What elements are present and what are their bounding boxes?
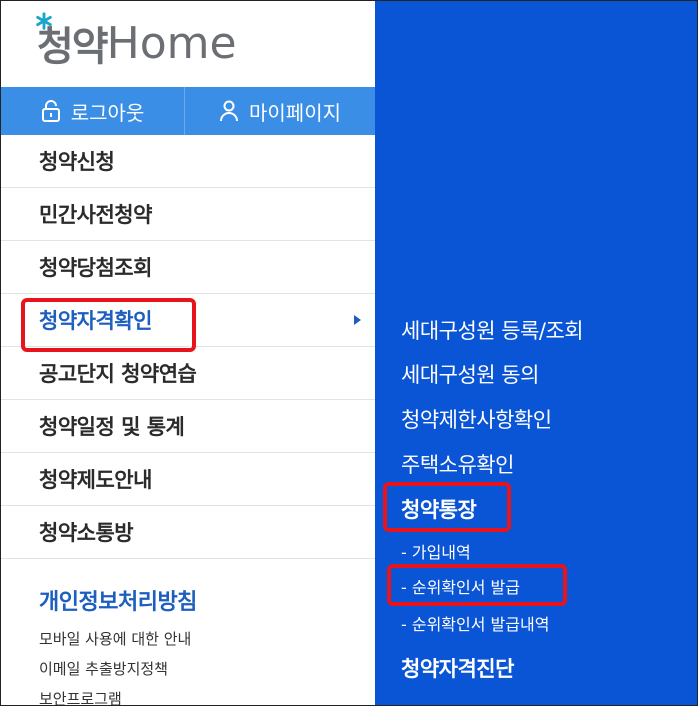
menu-item-label: 민간사전청약 [39,203,152,227]
menu-item-apply[interactable]: 청약신청 [1,135,375,188]
highlight-box-rank-certificate [387,564,567,606]
menu-item-schedule-stats[interactable]: 청약일정 및 통계 [1,400,375,453]
submenu-rank-certificate-history[interactable]: - 순위확인서 발급내역 [401,611,549,635]
submenu-restriction-check[interactable]: 청약제한사항확인 [401,404,552,434]
mypage-label: 마이페이지 [249,100,341,125]
logo-english: Home [106,17,237,69]
chevron-right-icon [354,315,361,325]
submenu-house-ownership[interactable]: 주택소유확인 [401,449,514,479]
top-bar: 로그아웃 마이페이지 [1,87,375,135]
highlight-box-eligibility [21,298,196,352]
menu-item-label: 청약신청 [39,150,115,174]
user-icon [220,100,238,122]
menu-item-private-pre-subscription[interactable]: 민간사전청약 [1,188,375,241]
app-frame: 청약 Home 로그아웃 마이페이지 청약신청 민간사전청약 청약당첨조회 청약… [0,0,698,706]
privacy-policy-link[interactable]: 개인정보처리방침 [39,584,197,616]
logout-label: 로그아웃 [70,100,145,125]
menu-item-label: 청약당첨조회 [39,256,152,280]
menu-item-label: 청약일정 및 통계 [39,415,185,439]
mobile-guide-link[interactable]: 모바일 사용에 대한 안내 [39,628,191,649]
menu-item-label: 청약제도안내 [39,468,152,492]
menu-item-winning-lookup[interactable]: 청약당첨조회 [1,241,375,294]
highlight-box-account [383,482,511,532]
star-icon [36,12,52,30]
submenu-panel: 세대구성원 등록/조회 세대구성원 동의 청약제한사항확인 주택소유확인 청약통… [375,1,697,705]
submenu-eligibility-diagnosis[interactable]: 청약자격진단 [401,653,514,683]
menu-item-system-guide[interactable]: 청약제도안내 [1,453,375,506]
logo-korean: 청약 [36,12,109,72]
mypage-button[interactable]: 마이페이지 [185,87,375,135]
logout-button[interactable]: 로그아웃 [1,87,185,135]
main-menu-panel: 청약 Home 로그아웃 마이페이지 청약신청 민간사전청약 청약당첨조회 청약… [1,1,375,705]
menu-item-community[interactable]: 청약소통방 [1,506,375,559]
lock-icon [41,100,60,122]
submenu-household-consent[interactable]: 세대구성원 동의 [401,359,539,389]
submenu-subscription-history[interactable]: - 가입내역 [401,539,471,563]
submenu-household-register[interactable]: 세대구성원 등록/조회 [401,315,584,345]
menu-item-label: 공고단지 청약연습 [39,362,197,386]
logo[interactable]: 청약 Home [36,12,237,72]
menu-item-label: 청약소통방 [39,521,134,545]
email-policy-link[interactable]: 이메일 추출방지정책 [39,658,168,679]
security-program-link[interactable]: 보안프로그램 [39,688,122,705]
menu-item-practice[interactable]: 공고단지 청약연습 [1,347,375,400]
